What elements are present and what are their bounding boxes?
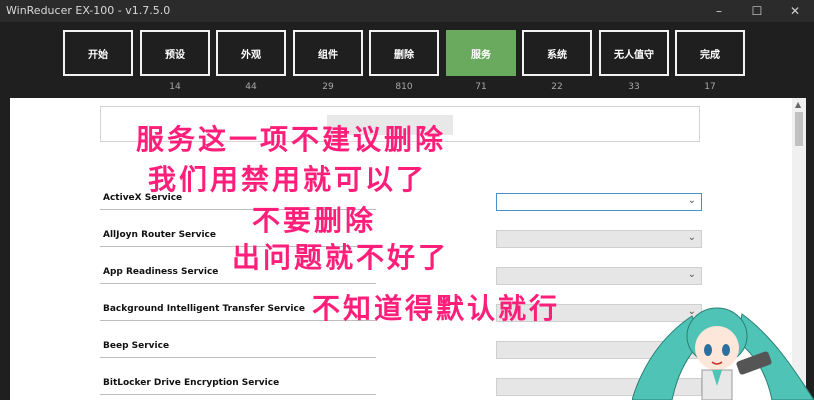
mascot-sticker	[632, 307, 814, 400]
close-button[interactable]: ✕	[776, 0, 814, 22]
service-label: Background Intelligent Transfer Service	[103, 304, 305, 314]
service-label: BitLocker Drive Encryption Service	[103, 378, 280, 388]
annotation-line-5: 不知道得默认就行	[312, 292, 561, 325]
tab-finish[interactable]: 完成	[675, 30, 745, 76]
chevron-down-icon: ⌄	[687, 195, 696, 206]
scrollbar-thumb[interactable]	[795, 112, 803, 146]
maximize-button[interactable]: ☐	[738, 0, 776, 22]
annotation-line-1: 服务这一项不建议删除	[136, 123, 447, 156]
service-dropdown-activex[interactable]: ⌄	[496, 193, 702, 211]
minimize-button[interactable]: –	[700, 0, 738, 22]
tab-count: 22	[551, 82, 563, 92]
service-label: AllJoyn Router Service	[103, 230, 216, 240]
tab-unattended[interactable]: 无人值守	[599, 30, 669, 76]
tab-label: 无人值守	[614, 49, 654, 61]
tab-count: 29	[322, 82, 334, 92]
tab-start[interactable]: 开始	[63, 30, 133, 76]
annotation-line-3: 不要删除	[252, 204, 377, 237]
tab-label: 开始	[88, 49, 108, 61]
row-divider	[100, 357, 376, 358]
tab-count: 71	[475, 82, 487, 92]
tab-label: 系统	[547, 49, 567, 61]
tab-count: 810	[395, 82, 413, 92]
toolbar: 开始 预设 14 外观 44 组件 29 删除 810 服务 71 系统 22 …	[0, 22, 814, 98]
tab-label: 删除	[394, 49, 414, 61]
service-label: Beep Service	[103, 341, 170, 351]
tab-remove[interactable]: 删除	[369, 30, 439, 76]
tab-appearance[interactable]: 外观	[216, 30, 286, 76]
service-dropdown-app-readiness[interactable]: ⌄	[496, 267, 702, 285]
window-title: WinReducer EX-100 - v1.7.5.0	[6, 4, 171, 17]
annotation-line-2: 我们用禁用就可以了	[148, 163, 428, 196]
tab-count: 44	[245, 82, 257, 92]
tab-label: 外观	[241, 49, 261, 61]
tab-count: 14	[169, 82, 181, 92]
tab-label: 组件	[318, 49, 338, 61]
tab-system[interactable]: 系统	[522, 30, 592, 76]
close-icon: ✕	[789, 4, 801, 18]
row-divider	[100, 394, 376, 395]
tab-count: 17	[704, 82, 716, 92]
chevron-down-icon: ⌄	[687, 269, 696, 280]
service-label: App Readiness Service	[103, 267, 219, 277]
chevron-down-icon: ⌄	[687, 232, 696, 243]
tab-label: 完成	[700, 49, 720, 61]
tab-label: 服务	[471, 49, 491, 61]
minimize-icon: –	[716, 4, 722, 18]
maximize-icon: ☐	[751, 4, 763, 18]
tab-label: 预设	[165, 49, 185, 61]
tab-count: 33	[628, 82, 640, 92]
row-divider	[100, 283, 376, 284]
arrow-up-icon[interactable]: ▲	[795, 100, 801, 109]
annotation-line-4: 出问题就不好了	[232, 241, 450, 274]
tab-services[interactable]: 服务	[446, 30, 516, 76]
tab-presets[interactable]: 预设	[140, 30, 210, 76]
title-bar: WinReducer EX-100 - v1.7.5.0 – ☐ ✕	[0, 0, 814, 22]
tab-components[interactable]: 组件	[293, 30, 363, 76]
service-dropdown-alljoyn[interactable]: ⌄	[496, 230, 702, 248]
